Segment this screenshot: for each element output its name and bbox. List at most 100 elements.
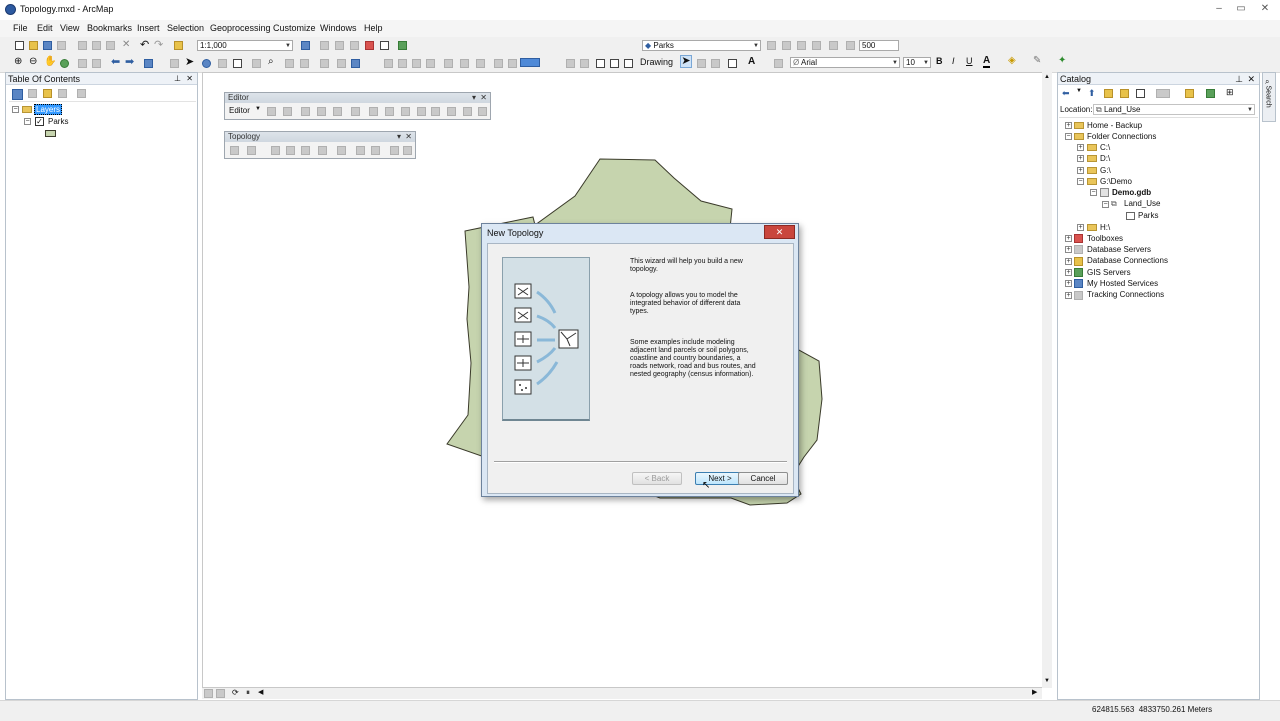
time-slider-icon[interactable] <box>320 59 329 68</box>
layout-view-icon[interactable] <box>216 689 225 698</box>
collapse-icon[interactable]: − <box>1102 201 1109 208</box>
up-one-level-icon[interactable]: ⬆ <box>1088 88 1096 99</box>
catalog-item-tracking-connections[interactable]: Tracking Connections <box>1087 290 1164 299</box>
new-document-icon[interactable] <box>15 41 24 50</box>
arctoolbox-icon[interactable] <box>365 41 374 50</box>
zoom-out-icon[interactable]: ⊖ <box>29 56 37 67</box>
location-combo[interactable]: ⧉ Land_Use ▼ <box>1093 104 1255 115</box>
font-color-icon[interactable]: A <box>983 55 991 68</box>
menu-file[interactable]: File <box>13 23 28 33</box>
toggle-contents-icon[interactable] <box>1156 89 1170 98</box>
parks-layer-item[interactable]: Parks <box>48 117 68 126</box>
catalog-item-database-servers[interactable]: Database Servers <box>1087 245 1151 254</box>
catalog-item-parks[interactable]: Parks <box>1138 211 1158 220</box>
bold-button[interactable]: B <box>936 56 943 66</box>
back-arrow-icon[interactable]: ⬅ <box>1062 88 1070 99</box>
expand-icon[interactable]: + <box>1065 246 1072 253</box>
editor-toolbar-icon[interactable] <box>301 41 310 50</box>
menu-bookmarks[interactable]: Bookmarks <box>87 23 132 33</box>
catalog-window-icon[interactable] <box>335 41 344 50</box>
chevron-down-icon[interactable]: ▾ <box>397 132 401 142</box>
refresh-icon[interactable]: ⟳ <box>232 688 239 697</box>
menu-geoprocessing[interactable]: Geoprocessing <box>210 23 271 33</box>
catalog-item-h-drive[interactable]: H:\ <box>1100 223 1110 232</box>
collapse-icon[interactable]: − <box>1090 189 1097 196</box>
expand-icon[interactable]: + <box>1065 292 1072 299</box>
catalog-item-demo-gdb[interactable]: Demo.gdb <box>1112 188 1151 197</box>
catalog-item-my-hosted-services[interactable]: My Hosted Services <box>1087 279 1158 288</box>
rectangle-icon[interactable] <box>728 59 737 68</box>
expand-icon[interactable]: + <box>1077 167 1084 174</box>
color-swatch-icon[interactable] <box>520 58 540 67</box>
home-folder-icon[interactable] <box>1104 89 1113 98</box>
create-viewer-icon[interactable] <box>337 59 346 68</box>
full-extent-icon[interactable] <box>60 59 69 68</box>
close-icon[interactable]: ✕ <box>1247 73 1255 85</box>
identify-icon[interactable] <box>202 59 211 68</box>
disconnect-folder-icon[interactable] <box>1136 89 1145 98</box>
connect-folder-icon[interactable] <box>1120 89 1129 98</box>
tolerance-combo[interactable]: 500 <box>859 40 899 51</box>
pan-icon[interactable]: ✋ <box>44 56 56 67</box>
paste-icon[interactable] <box>106 41 115 50</box>
model-builder-icon[interactable] <box>398 41 407 50</box>
menu-windows[interactable]: Windows <box>320 23 357 33</box>
layout-tool-4-icon[interactable] <box>610 59 619 68</box>
layout-tool-5-icon[interactable] <box>624 59 633 68</box>
list-by-source-icon[interactable] <box>28 89 37 98</box>
minimize-icon[interactable]: – <box>1211 2 1227 16</box>
menu-insert[interactable]: Insert <box>137 23 160 33</box>
list-by-drawing-order-icon[interactable] <box>12 89 23 100</box>
fill-color-icon[interactable]: ◈ <box>1008 55 1016 66</box>
catalog-item-c-drive[interactable]: C:\ <box>1100 143 1110 152</box>
catalog-item-g-demo[interactable]: G:\Demo <box>1100 177 1132 186</box>
chevron-down-icon[interactable]: ▼ <box>1076 88 1082 94</box>
layout-tool-3-icon[interactable] <box>596 59 605 68</box>
zoom-in-icon[interactable]: ⊕ <box>14 56 22 67</box>
close-icon[interactable]: ✕ <box>186 73 193 85</box>
menu-edit[interactable]: Edit <box>37 23 53 33</box>
print-icon[interactable] <box>57 41 66 50</box>
line-color-icon[interactable]: ✎ <box>1033 55 1041 66</box>
redo-icon[interactable]: ↷ <box>154 38 163 51</box>
collapse-icon[interactable]: − <box>1065 133 1072 140</box>
font-name-combo[interactable]: Ø Arial ▼ <box>790 57 900 68</box>
html-popup-icon[interactable] <box>233 59 242 68</box>
find-icon[interactable]: ⌕ <box>268 56 274 67</box>
back-extent-icon[interactable]: ⬅ <box>111 55 120 68</box>
swipe-icon[interactable] <box>351 59 360 68</box>
launch-arccatalog-icon[interactable] <box>1206 89 1215 98</box>
measure-icon[interactable] <box>252 59 261 68</box>
snapping-icon[interactable] <box>782 41 791 50</box>
close-icon[interactable]: ✕ <box>1257 2 1273 16</box>
data-view-icon[interactable] <box>204 689 213 698</box>
fixed-zoom-out-icon[interactable] <box>92 59 101 68</box>
underline-button[interactable]: U <box>966 56 973 66</box>
open-icon[interactable] <box>29 41 38 50</box>
expand-icon[interactable]: + <box>1077 144 1084 151</box>
catalog-item-g-drive[interactable]: G:\ <box>1100 166 1111 175</box>
polygon-symbol-icon[interactable] <box>45 130 56 137</box>
pin-icon[interactable]: ⊥ <box>1235 73 1243 85</box>
scroll-left-icon[interactable]: ◀ <box>258 688 263 696</box>
options-icon[interactable]: ⊞ <box>1226 87 1234 98</box>
close-icon[interactable]: ✕ <box>480 93 487 103</box>
delete-icon[interactable]: ✕ <box>122 39 130 50</box>
layer-combo[interactable]: ◆ Parks ▼ <box>642 40 761 51</box>
new-folder-icon[interactable] <box>1185 89 1194 98</box>
chevron-down-icon[interactable]: ▾ <box>472 93 476 103</box>
catalog-item-d-drive[interactable]: D:\ <box>1100 154 1110 163</box>
clear-selection-icon[interactable] <box>170 59 179 68</box>
select-elements-tool-icon[interactable]: ➤ <box>680 55 692 68</box>
grid-icon[interactable] <box>829 41 838 50</box>
catalog-item-folder-connections[interactable]: Folder Connections <box>1087 132 1156 141</box>
text-tool-icon[interactable]: A <box>748 56 755 67</box>
collapse-icon[interactable]: − <box>12 106 19 113</box>
table-of-contents-icon[interactable] <box>320 41 329 50</box>
save-icon[interactable] <box>43 41 52 50</box>
python-window-icon[interactable] <box>380 41 389 50</box>
catalog-item-database-connections[interactable]: Database Connections <box>1087 256 1168 265</box>
expand-icon[interactable]: + <box>1065 280 1072 287</box>
find-route-icon[interactable] <box>285 59 294 68</box>
expand-icon[interactable]: + <box>1065 235 1072 242</box>
